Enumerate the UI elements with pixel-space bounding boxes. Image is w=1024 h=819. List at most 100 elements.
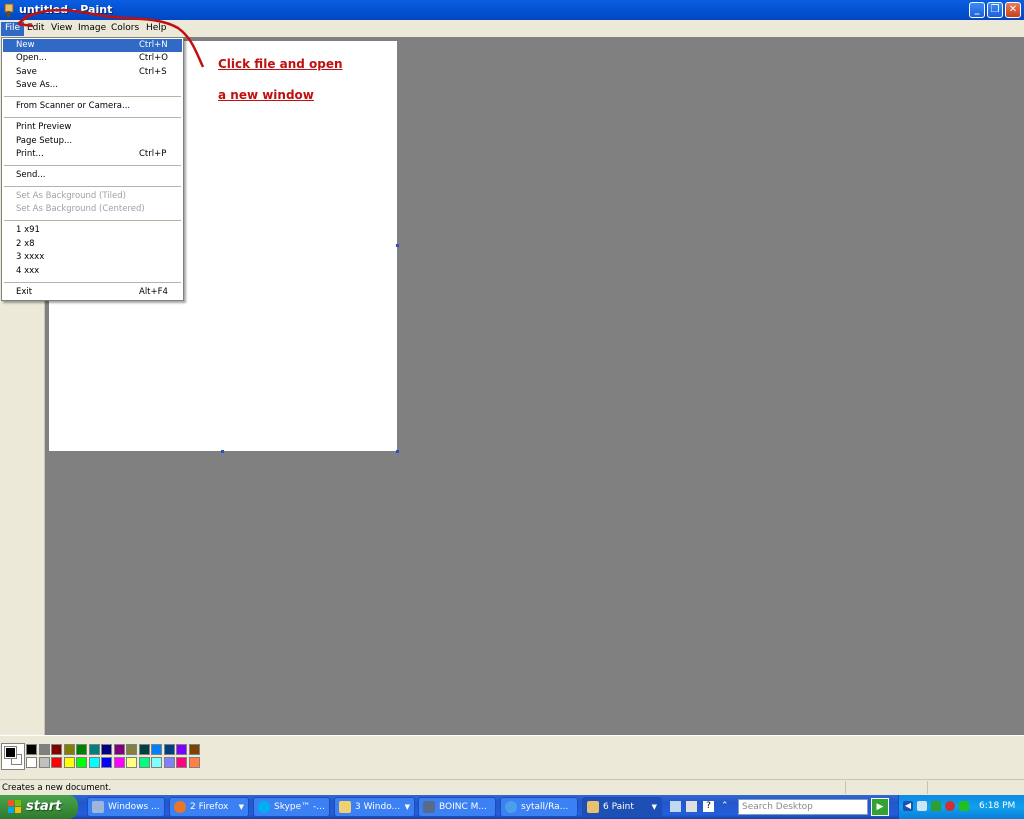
- menu-item-exit[interactable]: Exit Alt+F4: [3, 286, 182, 299]
- color-swatch[interactable]: [26, 744, 37, 755]
- folder-icon: [339, 801, 351, 813]
- internet-explorer-icon: [505, 801, 517, 813]
- taskbar-button-paint[interactable]: 6 Paint ▼: [582, 797, 662, 817]
- taskbar-button-windows-group[interactable]: 3 Windo... ▼: [334, 797, 415, 817]
- color-swatch[interactable]: [176, 744, 187, 755]
- security-icon[interactable]: [945, 801, 955, 811]
- taskbar-button-firefox[interactable]: 2 Firefox ▼: [169, 797, 249, 817]
- menu-item-print-preview[interactable]: Print Preview: [3, 121, 182, 134]
- display-icon[interactable]: [686, 801, 697, 812]
- chevron-down-icon: ▼: [651, 803, 657, 811]
- color-swatch[interactable]: [151, 757, 162, 768]
- menu-separator: [4, 165, 181, 166]
- status-cell: [927, 781, 1024, 794]
- taskbar-button-windows-explorer[interactable]: Windows ...: [87, 797, 165, 817]
- taskbar-button-skype[interactable]: Skype™ -...: [253, 797, 330, 817]
- menu-item-send[interactable]: Send...: [3, 169, 182, 182]
- system-tray: ◀ 6:18 PM: [898, 795, 1024, 819]
- start-button[interactable]: start: [0, 795, 78, 819]
- search-go-button[interactable]: ▶: [871, 798, 889, 816]
- search-desktop-input[interactable]: Search Desktop: [738, 799, 868, 815]
- color-swatch[interactable]: [138, 757, 150, 768]
- color-swatch[interactable]: [88, 744, 100, 755]
- status-bar: Creates a new document.: [0, 779, 1024, 795]
- color-swatch[interactable]: [38, 744, 50, 755]
- canvas-resize-handle-corner[interactable]: [396, 450, 399, 453]
- menu-item-recent-2[interactable]: 2 x8: [3, 238, 182, 251]
- color-swatch[interactable]: [163, 744, 175, 755]
- color-swatch[interactable]: [51, 744, 62, 755]
- menu-item-print[interactable]: Print... Ctrl+P: [3, 148, 182, 161]
- menu-separator: [4, 282, 181, 283]
- color-swatch[interactable]: [101, 757, 112, 768]
- taskbar: start Windows ... 2 Firefox ▼ Skype™ -..…: [0, 795, 1024, 819]
- pen-tool-icon[interactable]: [670, 801, 681, 812]
- color-swatch[interactable]: [138, 744, 150, 755]
- color-swatch[interactable]: [63, 744, 75, 755]
- taskbar-button-boinc[interactable]: BOINC M...: [418, 797, 496, 817]
- status-cell: [845, 781, 927, 794]
- paint-icon: [587, 801, 599, 813]
- boinc-icon: [423, 801, 435, 813]
- menu-separator: [4, 96, 181, 97]
- color-swatch[interactable]: [188, 744, 200, 755]
- color-swatch[interactable]: [51, 757, 62, 768]
- menu-item-save-as[interactable]: Save As...: [3, 79, 182, 92]
- annotation-text-line1: Click file and open: [218, 57, 343, 71]
- restore-icon[interactable]: ❐: [987, 2, 1003, 18]
- color-swatch[interactable]: [163, 757, 175, 768]
- color-swatch[interactable]: [113, 757, 125, 768]
- tray-app-icon[interactable]: [931, 801, 941, 811]
- network-icon[interactable]: [917, 801, 927, 811]
- color-swatch[interactable]: [188, 757, 200, 768]
- menu-separator: [4, 117, 181, 118]
- color-swatch[interactable]: [76, 757, 87, 768]
- color-palette: [0, 735, 1024, 775]
- chevron-up-icon[interactable]: ⌃: [721, 801, 732, 812]
- update-icon[interactable]: [959, 801, 969, 811]
- file-menu-dropdown: New Ctrl+N Open... Ctrl+O Save Ctrl+S Save …: [1, 37, 184, 301]
- clock: 6:18 PM: [979, 801, 1016, 811]
- canvas-resize-handle-right[interactable]: [396, 244, 399, 247]
- minimize-icon[interactable]: _: [969, 2, 985, 18]
- close-icon[interactable]: ✕: [1005, 2, 1021, 18]
- color-swatch[interactable]: [126, 757, 137, 768]
- color-swatch[interactable]: [151, 744, 162, 755]
- color-swatch[interactable]: [101, 744, 112, 755]
- help-icon[interactable]: ?: [703, 801, 714, 812]
- color-swatch[interactable]: [26, 757, 37, 768]
- menu-separator: [4, 186, 181, 187]
- canvas-resize-handle-bottom[interactable]: [221, 450, 224, 453]
- menu-item-save[interactable]: Save Ctrl+S: [3, 66, 182, 79]
- menu-item-recent-4[interactable]: 4 xxx: [3, 265, 182, 278]
- firefox-icon: [174, 801, 186, 813]
- menu-item-background-tiled: Set As Background (Tiled): [16, 191, 126, 201]
- color-swatch[interactable]: [88, 757, 100, 768]
- windows-logo-icon: [8, 800, 21, 813]
- skype-icon: [258, 801, 270, 813]
- menu-item-page-setup[interactable]: Page Setup...: [3, 135, 182, 148]
- annotation-text-line2: a new window: [218, 88, 314, 102]
- current-colors[interactable]: [1, 743, 25, 770]
- color-swatch[interactable]: [126, 744, 137, 755]
- status-text: Creates a new document.: [2, 783, 112, 793]
- taskbar-button-internet-explorer[interactable]: sytall/Ra...: [500, 797, 578, 817]
- menu-item-new[interactable]: New Ctrl+N: [3, 39, 182, 52]
- menu-item-open[interactable]: Open... Ctrl+O: [3, 52, 182, 65]
- color-swatch[interactable]: [63, 757, 75, 768]
- foreground-color[interactable]: [4, 746, 17, 759]
- color-swatch[interactable]: [38, 757, 50, 768]
- color-swatch[interactable]: [113, 744, 125, 755]
- menu-item-background-centered: Set As Background (Centered): [16, 204, 145, 214]
- menu-item-recent-3[interactable]: 3 xxxx: [3, 251, 182, 264]
- chevron-down-icon: ▼: [238, 803, 244, 811]
- menu-separator: [4, 220, 181, 221]
- chevron-left-icon[interactable]: ◀: [903, 801, 913, 811]
- windows-explorer-icon: [92, 801, 104, 813]
- color-swatch[interactable]: [76, 744, 87, 755]
- color-swatch[interactable]: [176, 757, 187, 768]
- menu-item-recent-1[interactable]: 1 x91: [3, 224, 182, 237]
- canvas-workspace: [45, 37, 1024, 735]
- menu-item-from-scanner[interactable]: From Scanner or Camera...: [3, 100, 182, 113]
- chevron-down-icon: ▼: [404, 803, 410, 811]
